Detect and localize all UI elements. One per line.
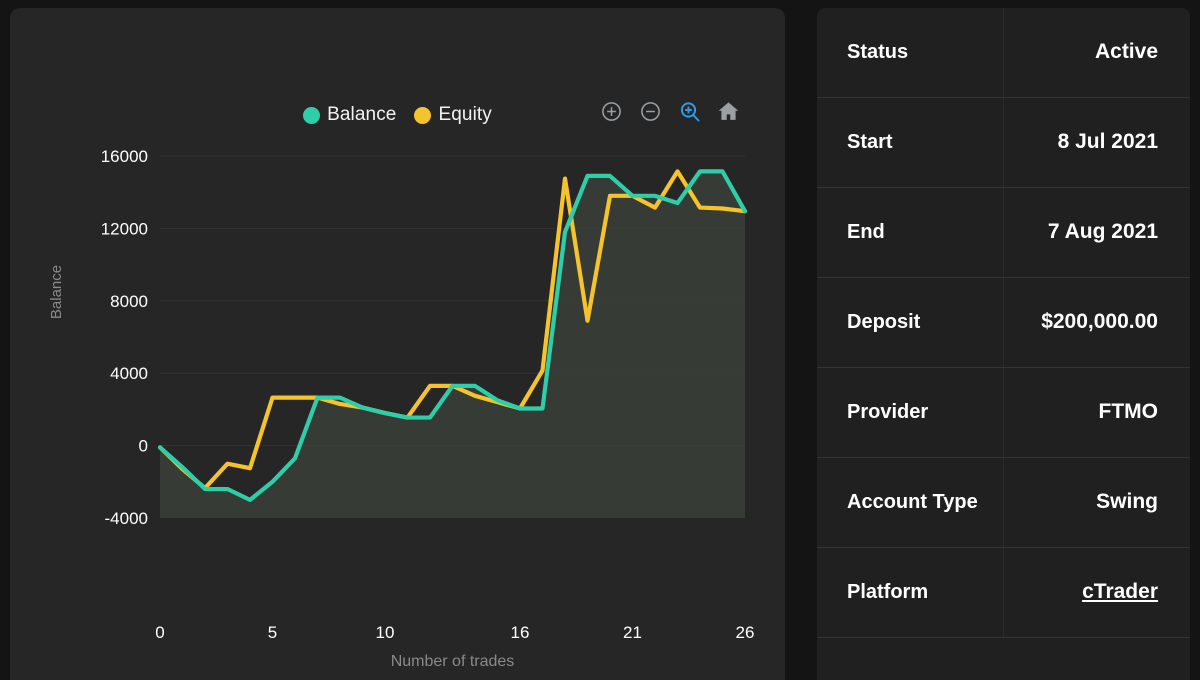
chart-card: Balance Equity [10,8,785,680]
home-icon[interactable] [715,98,742,125]
chart-tool-group [598,98,742,125]
info-row-key: End [817,219,1003,246]
info-row-key: Platform [817,579,1003,606]
info-row: PlatformcTrader [817,548,1190,638]
info-row-value: FTMO [1003,398,1190,426]
info-row: Account TypeSwing [817,458,1190,548]
zoom-in-icon[interactable] [598,98,625,125]
x-tick-label: 10 [376,623,395,642]
info-row-key: Account Type [817,489,1003,516]
x-tick-label: 5 [268,623,277,642]
info-row-value: Active [1003,38,1190,66]
legend-dot-icon [414,107,431,124]
info-row: ProviderFTMO [817,368,1190,458]
legend-dot-icon [303,107,320,124]
info-row-value: 7 Aug 2021 [1003,218,1190,246]
zoom-out-icon[interactable] [637,98,664,125]
y-tick-label: 4000 [110,364,148,383]
info-row: Deposit$200,000.00 [817,278,1190,368]
legend-item-equity[interactable]: Equity [414,104,491,126]
info-row-key: Deposit [817,309,1003,336]
info-row-value: $200,000.00 [1003,308,1190,336]
legend-label-equity: Equity [438,104,491,126]
info-row-value: 8 Jul 2021 [1003,128,1190,156]
x-tick-label: 0 [155,623,164,642]
account-info-panel: StatusActiveStart8 Jul 2021End7 Aug 2021… [817,8,1190,680]
legend-item-balance[interactable]: Balance [303,104,396,126]
info-row-value: Swing [1003,488,1190,516]
x-tick-label: 26 [736,623,755,642]
info-row-key: Provider [817,399,1003,426]
account-performance-screen: Balance Equity [0,0,1200,680]
y-tick-label: 0 [139,437,148,456]
y-tick-label: -4000 [105,509,148,528]
x-tick-label: 16 [511,623,530,642]
info-row: StatusActive [817,8,1190,98]
magnifier-select-icon[interactable] [676,98,703,125]
legend-label-balance: Balance [327,104,396,126]
balance-equity-line-chart[interactable]: -4000 0 4000 8000 12000 16000 0 5 10 16 21 26 [10,136,785,680]
x-tick-label: 21 [623,623,642,642]
y-tick-label: 8000 [110,292,148,311]
chart-toolbar: Balance Equity [10,94,785,136]
info-row-key: Start [817,129,1003,156]
info-row-value-link[interactable]: cTrader [1003,578,1190,606]
y-tick-label: 12000 [101,219,148,238]
info-row: Start8 Jul 2021 [817,98,1190,188]
info-row-key: Status [817,39,1003,66]
info-row: End7 Aug 2021 [817,188,1190,278]
x-axis-label: Number of trades [160,653,745,671]
y-tick-label: 16000 [101,147,148,166]
chart-plot-area[interactable]: -4000 0 4000 8000 12000 16000 0 5 10 16 21 26 [10,136,785,680]
